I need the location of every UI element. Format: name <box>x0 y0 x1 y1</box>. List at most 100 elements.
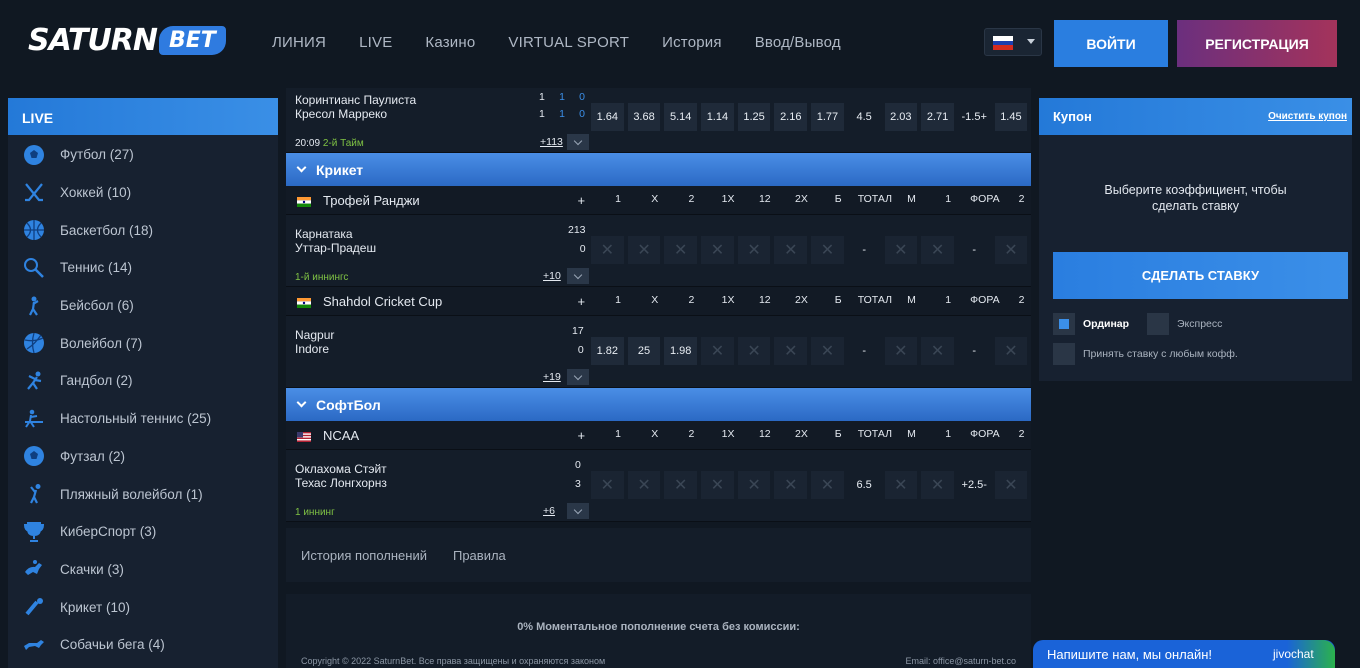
score-away: 3 <box>575 478 581 490</box>
category-name: СофтБол <box>316 396 381 413</box>
match-row: Коринтианс Паулиста Кресол Марреко 1 1 0… <box>286 88 1031 153</box>
nav-line[interactable]: ЛИНИЯ <box>272 34 326 51</box>
odd-locked <box>994 337 1028 365</box>
sidebar-item-esports[interactable]: КиберСпорт (3) <box>8 513 278 551</box>
team-home: Оклахома Стэйт <box>295 462 387 476</box>
odd-2[interactable]: 5.14 <box>664 103 698 131</box>
odd-locked <box>664 471 698 499</box>
logo[interactable]: SATURN BET <box>28 22 226 58</box>
coupon-message-line: Выберите коэффициент, чтобы <box>1104 183 1287 197</box>
odd-2[interactable]: 1.98 <box>664 337 698 365</box>
odd-under[interactable]: 2.03 <box>884 103 918 131</box>
more-markets-link[interactable]: +6 <box>543 505 555 517</box>
odd-2x[interactable]: 2.16 <box>774 103 808 131</box>
match-teams[interactable]: Коринтианс Паулиста Кресол Марреко <box>295 93 416 121</box>
clear-coupon-link[interactable]: Очистить купон <box>1268 111 1347 122</box>
nav-live[interactable]: LIVE <box>359 34 392 51</box>
login-button[interactable]: ВОЙТИ <box>1054 20 1168 67</box>
sidebar-item-hockey[interactable]: Хоккей (10) <box>8 174 278 212</box>
sidebar-item-horse-racing[interactable]: Скачки (3) <box>8 551 278 589</box>
chevron-down-icon <box>573 270 583 279</box>
category-header-cricket[interactable]: Крикет <box>286 153 1031 186</box>
score-home: 0 <box>575 459 581 471</box>
register-button[interactable]: РЕГИСТРАЦИЯ <box>1177 20 1337 67</box>
nav-history[interactable]: История <box>662 34 722 51</box>
handball-icon <box>22 369 46 393</box>
sidebar-item-dog-racing[interactable]: Собачьи бега (4) <box>8 626 278 664</box>
category-header-softball[interactable]: СофтБол <box>286 388 1031 421</box>
hdr-plus: + <box>577 293 586 309</box>
team-home: Nagpur <box>295 328 335 342</box>
hdr-1: 1 <box>615 293 621 306</box>
hdr-m: М <box>907 293 916 306</box>
sidebar-item-football[interactable]: Футбол (27) <box>8 136 278 174</box>
hdr-12: 12 <box>758 192 771 205</box>
usa-flag-icon <box>297 429 311 442</box>
odd-x[interactable]: 25 <box>627 337 661 365</box>
odd-handicap-1[interactable]: 2.71 <box>921 103 954 131</box>
league-name: Трофей Ранджи <box>323 192 420 208</box>
more-markets-link[interactable]: +113 <box>540 136 563 148</box>
esports-icon <box>22 520 46 544</box>
sidebar-item-cricket[interactable]: Крикет (10) <box>8 588 278 626</box>
language-select[interactable] <box>984 28 1042 56</box>
sidebar-item-beach-volleyball[interactable]: Пляжный волейбол (1) <box>8 475 278 513</box>
odds-row: 1.82 25 1.98 - - <box>591 337 1028 365</box>
odd-locked <box>884 337 918 365</box>
coupon-empty-message: Выберите коэффициент, чтобы сделать став… <box>1039 182 1352 214</box>
odds-headers: +1 X 2 1X 12 2X Б ТОТАЛ М 1 ФОРА 2 <box>563 193 1040 208</box>
expand-match-button[interactable] <box>567 134 589 150</box>
more-markets-link[interactable]: +19 <box>543 371 561 383</box>
sidebar-item-futsal[interactable]: Футзал (2) <box>8 438 278 476</box>
sidebar-item-basketball[interactable]: Баскетбол (18) <box>8 211 278 249</box>
expand-match-button[interactable] <box>567 268 589 284</box>
live-chat-widget[interactable]: Напишите нам, мы онлайн! jivochat <box>1033 640 1335 668</box>
express-checkbox[interactable] <box>1147 313 1169 335</box>
match-teams[interactable]: Карнатака Уттар-Прадеш <box>295 227 376 255</box>
league-name: Shahdol Cricket Cup <box>323 293 443 309</box>
hdr-handicap: ФОРА <box>970 192 1000 205</box>
place-bet-button[interactable]: СДЕЛАТЬ СТАВКУ <box>1053 252 1348 299</box>
odd-handicap: -1.5+ <box>961 111 987 123</box>
logo-badge: BET <box>159 25 226 55</box>
match-teams[interactable]: Оклахома Стэйт Техас Лонгхорнз <box>295 462 387 490</box>
match-teams[interactable]: Nagpur Indore <box>295 328 334 356</box>
sidebar-item-handball[interactable]: Гандбол (2) <box>8 362 278 400</box>
odd-handicap: - <box>972 244 977 256</box>
expand-match-button[interactable] <box>567 503 589 519</box>
odds-row: 6.5 +2.5- <box>591 471 1028 499</box>
cricket-icon <box>22 595 46 619</box>
tab-rules[interactable]: Правила <box>453 548 506 563</box>
table-tennis-icon <box>22 407 46 431</box>
single-checkbox[interactable] <box>1053 313 1075 335</box>
match-period: 1-й иннингс <box>295 272 349 283</box>
odd-1x[interactable]: 1.14 <box>701 103 734 131</box>
odd-1[interactable]: 1.82 <box>591 337 624 365</box>
odd-x[interactable]: 3.68 <box>627 103 661 131</box>
odd-over[interactable]: 1.77 <box>811 103 844 131</box>
sidebar-item-baseball[interactable]: Бейсбол (6) <box>8 287 278 325</box>
sidebar-item-volleyball[interactable]: Волейбол (7) <box>8 324 278 362</box>
nav-casino[interactable]: Казино <box>425 34 475 51</box>
nav-deposit-withdraw[interactable]: Ввод/Вывод <box>755 34 841 51</box>
match-period: 2-й Тайм <box>322 138 364 149</box>
chevron-down-icon <box>573 371 583 380</box>
more-markets-link[interactable]: +10 <box>543 270 561 282</box>
single-bet-option[interactable]: Ординар <box>1053 313 1129 335</box>
sidebar-item-table-tennis[interactable]: Настольный теннис (25) <box>8 400 278 438</box>
contact-email[interactable]: Email: office@saturn-bet.co <box>905 656 1016 666</box>
odd-handicap-2[interactable]: 1.45 <box>994 103 1028 131</box>
accept-any-odds-option[interactable]: Принять ставку с любым кофф. <box>1053 343 1238 365</box>
nav-virtual-sport[interactable]: VIRTUAL SPORT <box>508 34 629 51</box>
accept-any-odds-checkbox[interactable] <box>1053 343 1075 365</box>
expand-match-button[interactable] <box>567 369 589 385</box>
odd-locked <box>591 236 624 264</box>
tab-deposit-history[interactable]: История пополнений <box>301 548 427 563</box>
express-bet-option[interactable]: Экспресс <box>1147 313 1222 335</box>
sidebar-item-label: Пляжный волейбол (1) <box>60 486 203 502</box>
hdr-1: 1 <box>615 192 621 205</box>
odd-1[interactable]: 1.64 <box>591 103 624 131</box>
sidebar-item-tennis[interactable]: Теннис (14) <box>8 249 278 287</box>
hdr-m: М <box>907 427 916 440</box>
odd-12[interactable]: 1.25 <box>737 103 771 131</box>
